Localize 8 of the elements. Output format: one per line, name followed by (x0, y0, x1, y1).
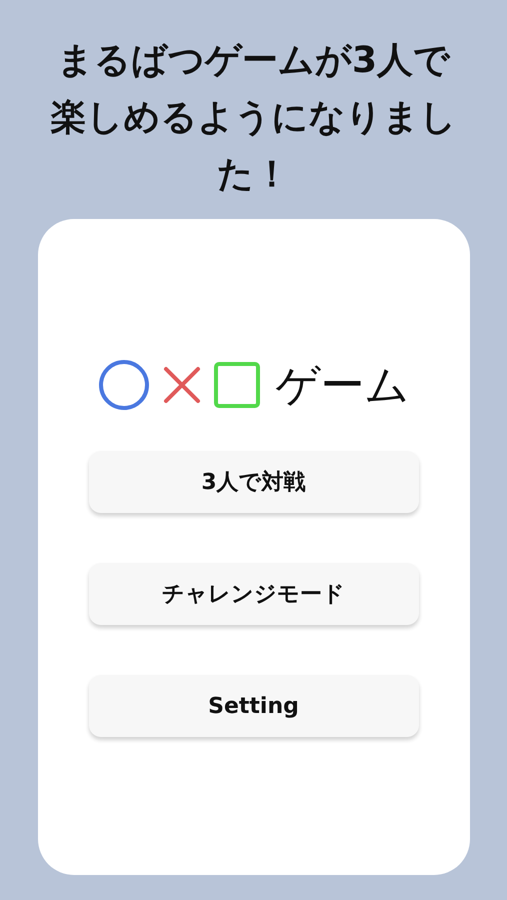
menu-button[interactable]: チャレンジモード (88, 563, 418, 625)
logo-title: ゲーム (276, 358, 410, 412)
cross-icon (162, 365, 202, 405)
square-icon (214, 362, 260, 408)
headline: まるばつゲームが3人で楽しめるようになりました！ (50, 39, 458, 197)
menu-button[interactable]: 3人で対戦 (88, 451, 418, 513)
circle-icon (98, 359, 150, 411)
menu-button[interactable]: Setting (88, 675, 418, 737)
